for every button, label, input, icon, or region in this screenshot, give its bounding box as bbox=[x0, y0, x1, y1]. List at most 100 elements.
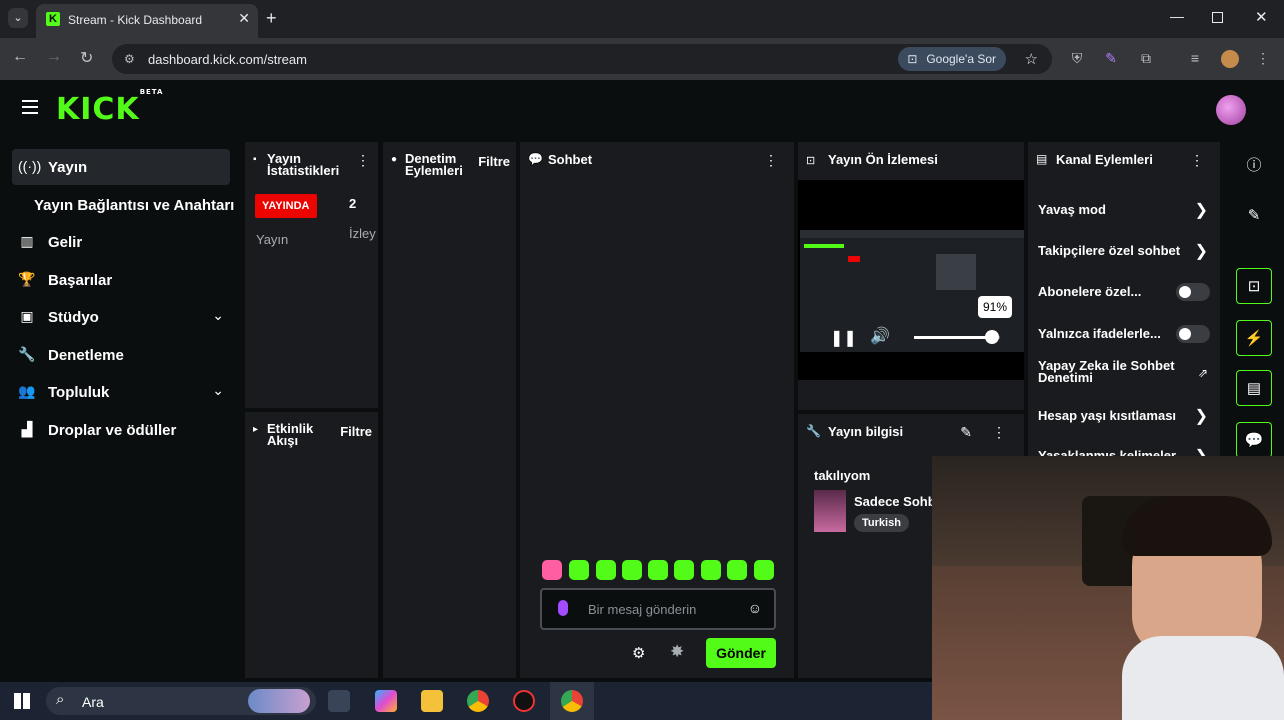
chrome-profile-icon[interactable] bbox=[561, 690, 583, 712]
volume-slider-fill bbox=[914, 336, 993, 339]
sidebar-item-label: Yayın bbox=[48, 159, 88, 176]
sidebar-item-gelir[interactable]: ▥ Gelir bbox=[12, 224, 230, 260]
more-options-icon[interactable]: ⋮ bbox=[1190, 152, 1204, 169]
emote-icon[interactable] bbox=[542, 560, 562, 580]
hamburger-menu-icon[interactable] bbox=[22, 100, 38, 114]
new-tab-button[interactable]: + bbox=[266, 8, 277, 29]
action-ai-moderation[interactable]: Yapay Zeka ile Sohbet Denetimi bbox=[1038, 359, 1216, 384]
chat-tools-icon[interactable]: ✸ bbox=[670, 642, 684, 662]
send-button[interactable]: Gönder bbox=[706, 638, 776, 668]
media-control-icon[interactable]: ≡ bbox=[1187, 50, 1203, 66]
edit-pencil-icon[interactable]: ✎ bbox=[1236, 198, 1272, 234]
task-view-icon[interactable] bbox=[328, 690, 350, 712]
emote-icon[interactable] bbox=[674, 560, 694, 580]
emote-icon[interactable] bbox=[701, 560, 721, 580]
more-options-icon[interactable]: ⋮ bbox=[356, 152, 370, 169]
sidebar-item-droplar[interactable]: ▟ Droplar ve ödüller bbox=[12, 412, 230, 448]
emote-icon[interactable] bbox=[622, 560, 642, 580]
sidebar-item-basarilar[interactable]: 🏆 Başarılar bbox=[12, 262, 230, 298]
bookmark-star-icon[interactable]: ☆ bbox=[1025, 50, 1038, 68]
external-link-icon[interactable]: ⇗ bbox=[1198, 366, 1208, 380]
preview-title: Yayın Ön İzlemesi bbox=[828, 152, 938, 167]
logo-text: KICK bbox=[56, 92, 140, 127]
drops-icon: ▟ bbox=[21, 421, 33, 437]
chevron-right-icon[interactable]: ❯ bbox=[1195, 200, 1208, 220]
browser-tab[interactable]: K Stream - Kick Dashboard ✕ bbox=[36, 4, 258, 38]
emote-icon[interactable] bbox=[569, 560, 589, 580]
profile-avatar[interactable] bbox=[1221, 50, 1239, 68]
channel-actions-title: Kanal Eylemleri bbox=[1056, 152, 1153, 167]
sidebar-item-label: Droplar ve ödüller bbox=[48, 422, 177, 439]
edit-pencil-icon[interactable]: ✎ bbox=[960, 424, 972, 441]
filter-button[interactable]: Filtre bbox=[340, 424, 372, 439]
sidebar-item-label: Gelir bbox=[48, 234, 83, 251]
chevron-down-icon: ⌄ bbox=[212, 382, 224, 398]
chat-message-input[interactable]: Bir mesaj gönderin ☺ bbox=[540, 588, 776, 630]
reload-button[interactable]: ↻ bbox=[80, 48, 93, 68]
sidebar-item-denetleme[interactable]: 🔧 Denetleme bbox=[12, 337, 230, 373]
info-icon[interactable]: ⓘ bbox=[1236, 148, 1272, 184]
filter-button[interactable]: Filtre bbox=[478, 154, 510, 169]
user-avatar[interactable] bbox=[1216, 95, 1246, 125]
pause-icon[interactable]: ❚❚ bbox=[830, 328, 857, 348]
back-button[interactable]: ← bbox=[12, 48, 28, 66]
emote-icon[interactable] bbox=[596, 560, 616, 580]
title-line: İstatistikleri bbox=[267, 163, 340, 178]
pen-extension-icon[interactable]: ✎ bbox=[1103, 50, 1119, 66]
action-slow-mode[interactable]: Yavaş mod bbox=[1038, 202, 1216, 217]
sidebar-item-studyo[interactable]: ▣ Stüdyo ⌄ bbox=[12, 299, 230, 335]
google-sor-button[interactable]: ⊡ Google'a Sor bbox=[898, 47, 1006, 71]
taskbar-search[interactable]: ⌕ Ara bbox=[46, 687, 316, 715]
chevron-right-icon[interactable]: ❯ bbox=[1195, 241, 1208, 261]
kick-logo[interactable]: KICKBETA bbox=[56, 88, 163, 127]
volume-icon[interactable]: 🔊 bbox=[870, 326, 890, 346]
minimize-button[interactable]: — bbox=[1170, 8, 1184, 24]
windows-start-icon[interactable] bbox=[14, 693, 30, 709]
close-tab-icon[interactable]: ✕ bbox=[238, 10, 250, 27]
panel-title: Yayın İstatistikleri bbox=[267, 152, 340, 178]
browser-menu-icon[interactable]: ⋮ bbox=[1255, 50, 1271, 66]
extensions-puzzle-icon[interactable]: ⧉ bbox=[1138, 50, 1154, 66]
sidebar-item-topluluk[interactable]: 👥 Topluluk ⌄ bbox=[12, 374, 230, 410]
copilot-icon[interactable] bbox=[375, 690, 397, 712]
subscribers-only-toggle[interactable] bbox=[1176, 283, 1210, 301]
close-window-button[interactable]: ✕ bbox=[1255, 8, 1268, 26]
emotes-only-toggle[interactable] bbox=[1176, 325, 1210, 343]
shield-extension-icon[interactable]: ⛨ bbox=[1069, 50, 1085, 66]
forward-button[interactable]: → bbox=[46, 48, 62, 66]
microphone-icon[interactable] bbox=[558, 600, 568, 616]
site-info-icon[interactable]: ⚙ bbox=[124, 52, 135, 66]
mod-icon: ● bbox=[391, 154, 398, 165]
emote-icon[interactable] bbox=[727, 560, 747, 580]
file-explorer-icon[interactable] bbox=[421, 690, 443, 712]
sidebar-item-stream-key[interactable]: Yayın Bağlantısı ve Anahtarı bbox=[12, 187, 234, 223]
studio-icon: ▣ bbox=[20, 308, 34, 324]
stream-stats-header: ▪ Yayın İstatistikleri ⋮ bbox=[245, 142, 378, 180]
obs-icon[interactable] bbox=[513, 690, 535, 712]
search-icon: ⌕ bbox=[56, 691, 65, 708]
chrome-icon[interactable] bbox=[467, 690, 489, 712]
action-followers-only[interactable]: Takipçilere özel sohbet bbox=[1038, 243, 1216, 258]
chat-title: Sohbet bbox=[548, 152, 593, 167]
chat-header: 💬 Sohbet ⋮ bbox=[520, 142, 794, 180]
tab-search-button[interactable]: ⌄ bbox=[8, 8, 28, 28]
sidebar-item-yayin[interactable]: ((·)) Yayın bbox=[12, 149, 230, 185]
notes-icon[interactable]: ▤ bbox=[1236, 370, 1272, 406]
emote-icon[interactable] bbox=[754, 560, 774, 580]
emote-icon[interactable] bbox=[648, 560, 668, 580]
settings-gear-icon[interactable]: ⚙ bbox=[632, 644, 645, 662]
maximize-button[interactable] bbox=[1212, 12, 1223, 23]
chevron-right-icon[interactable]: ❯ bbox=[1195, 406, 1208, 426]
action-account-age[interactable]: Hesap yaşı kısıtlaması bbox=[1038, 408, 1216, 423]
address-bar[interactable]: ⚙ dashboard.kick.com/stream ⊡ Google'a S… bbox=[112, 44, 1052, 74]
more-options-icon[interactable]: ⋮ bbox=[764, 152, 778, 169]
emoji-icon[interactable]: ☺ bbox=[748, 600, 762, 616]
stream-info-header: 🔧 Yayın bilgisi ✎ ⋮ bbox=[798, 414, 1024, 452]
video-preview[interactable]: ❚❚ 🔊 91% bbox=[798, 180, 1024, 380]
channel-actions-panel: ▤ Kanal Eylemleri ⋮ Yavaş mod ❯ Takipçil… bbox=[1028, 142, 1220, 460]
preview-toggle-icon[interactable]: ⊡ bbox=[1236, 268, 1272, 304]
more-options-icon[interactable]: ⋮ bbox=[992, 424, 1006, 441]
lightning-icon[interactable]: ⚡ bbox=[1236, 320, 1272, 356]
mod-actions-panel: ● Denetim Eylemleri Filtre bbox=[383, 142, 516, 678]
chat-bubble-icon[interactable]: 💬 bbox=[1236, 422, 1272, 458]
